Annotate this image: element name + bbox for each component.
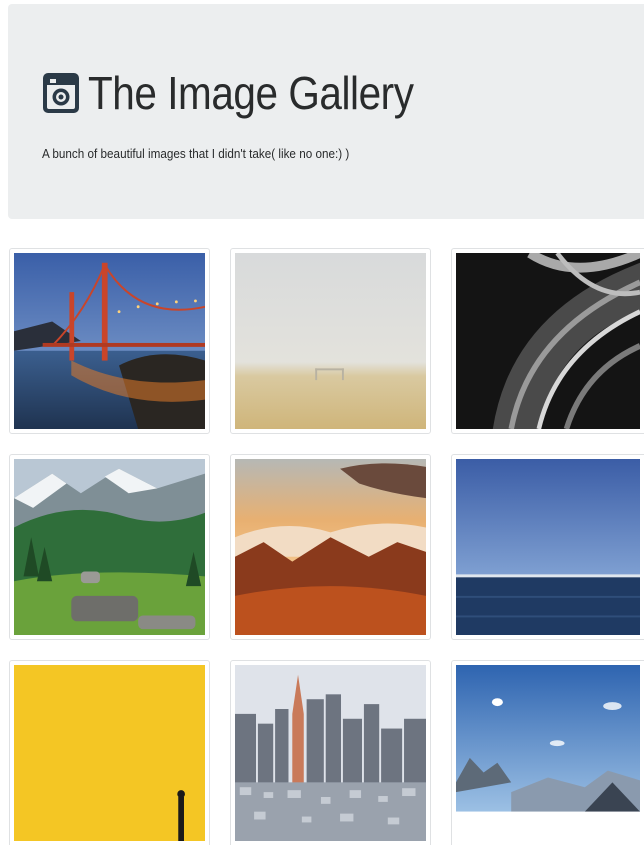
gallery-card[interactable] xyxy=(451,454,644,640)
page-subtitle: A bunch of beautiful images that I didn'… xyxy=(42,146,350,161)
green-mountain-valley-image[interactable] xyxy=(14,459,205,635)
golden-gate-bridge-image[interactable] xyxy=(14,253,205,429)
header-jumbotron: The Image Gallery A bunch of beautiful i… xyxy=(8,4,644,219)
gallery-card[interactable] xyxy=(9,454,210,640)
gallery-card[interactable] xyxy=(451,248,644,434)
foggy-beach-image[interactable] xyxy=(235,253,426,429)
gallery-card[interactable] xyxy=(9,248,210,434)
alpine-peaks-image[interactable] xyxy=(456,665,640,841)
camera-icon xyxy=(43,73,79,113)
page-title: The Image Gallery xyxy=(88,67,414,119)
yellow-wall-image[interactable] xyxy=(14,665,205,841)
gallery-card[interactable] xyxy=(451,660,644,845)
gallery-card[interactable] xyxy=(9,660,210,845)
gallery-card[interactable] xyxy=(230,248,431,434)
abstract-architecture-image[interactable] xyxy=(456,253,640,429)
calm-ocean-horizon-image[interactable] xyxy=(456,459,640,635)
gallery-card[interactable] xyxy=(230,454,431,640)
gallery-card[interactable] xyxy=(230,660,431,845)
title-row: The Image Gallery xyxy=(42,70,458,116)
city-skyline-image[interactable] xyxy=(235,665,426,841)
sunset-mountains-image[interactable] xyxy=(235,459,426,635)
